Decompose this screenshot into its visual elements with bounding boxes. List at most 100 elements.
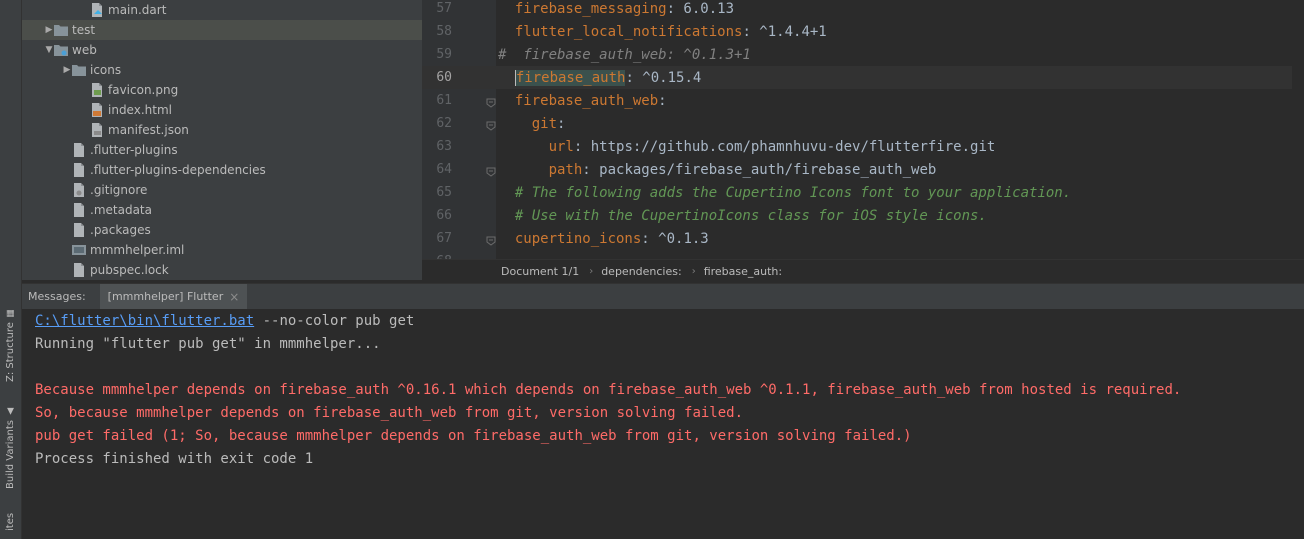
chevron-right-icon: › (589, 265, 594, 277)
module-file-icon (72, 243, 86, 257)
breadcrumb-item[interactable]: Document 1/1 (501, 265, 585, 278)
html-file-icon (90, 103, 104, 117)
favorites-tab-label: ites (5, 512, 16, 532)
dart-file-icon (90, 3, 104, 17)
breadcrumb: Document 1/1 › dependencies: › firebase_auth… (422, 259, 1304, 282)
code-line[interactable]: 66 # Use with the CupertinoIcons class f… (422, 204, 1304, 227)
folder-icon (54, 23, 68, 37)
android-icon: ▲ (5, 406, 16, 417)
console-line: Process finished with exit code 1 (35, 450, 314, 467)
tree-item-label: index.html (108, 103, 172, 117)
code-line[interactable]: 64 path: packages/firebase_auth/firebase… (422, 158, 1304, 181)
tree-item-label: .flutter-plugins-dependencies (90, 163, 266, 177)
breadcrumb-item[interactable]: dependencies: (601, 265, 688, 278)
line-number: 60 (436, 70, 452, 85)
tree-item[interactable]: .flutter-plugins-dependencies (22, 160, 422, 180)
code-line[interactable]: 68 (422, 250, 1304, 259)
left-tool-strip: Z: Structure ▦ Build Variants ▲ ites (0, 0, 22, 539)
code-line[interactable]: 58 flutter_local_notifications: ^1.4.4+1 (422, 20, 1304, 43)
code-line[interactable]: 65 # The following adds the Cupertino Ic… (422, 181, 1304, 204)
line-number: 59 (436, 47, 452, 62)
breadcrumb-item[interactable]: firebase_auth: (704, 265, 788, 278)
fold-marker-icon[interactable] (486, 96, 496, 108)
tree-item-label: main.dart (108, 3, 167, 17)
build-variants-tab-label: Build Variants (5, 420, 16, 489)
tree-item[interactable]: pubspec.lock (22, 260, 422, 280)
text-file-icon (72, 143, 86, 157)
code-text: flutter_local_notifications: ^1.4.4+1 (514, 23, 827, 40)
tree-item[interactable]: ▼ web (22, 40, 422, 60)
json-file-icon (90, 123, 104, 137)
expand-arrow-icon[interactable]: ▶ (44, 25, 54, 35)
tree-item-label: .metadata (90, 203, 152, 217)
code-line[interactable]: 67 cupertino_icons: ^0.1.3 (422, 227, 1304, 250)
code-text: git: (531, 115, 566, 132)
tree-item-label: favicon.png (108, 83, 179, 97)
messages-tool-header: Messages: [mmmhelper] Flutter × (22, 283, 1304, 310)
folder-icon (72, 63, 86, 77)
tree-item[interactable]: main.dart (22, 0, 422, 20)
fold-marker-icon[interactable] (486, 165, 496, 177)
tree-item[interactable]: mmmhelper.iml (22, 240, 422, 260)
console-line: pub get failed (1; So, because mmmhelper… (35, 427, 912, 444)
tree-item[interactable]: manifest.json (22, 120, 422, 140)
text-file-icon (72, 163, 86, 177)
code-line[interactable]: 62 git: (422, 112, 1304, 135)
tree-item[interactable]: .metadata (22, 200, 422, 220)
code-text: firebase_messaging: 6.0.13 (514, 0, 735, 17)
code-editor[interactable]: 57 firebase_messaging: 6.0.13 58 flutter_… (422, 0, 1304, 259)
tree-item[interactable]: ▶ test (22, 20, 422, 40)
code-text: path: packages/firebase_auth/firebase_au… (548, 161, 937, 178)
line-number: 63 (436, 139, 452, 154)
code-text: firebase_auth: ^0.15.4 (514, 69, 702, 86)
text-file-icon (72, 203, 86, 217)
gitignore-file-icon (72, 183, 86, 197)
chevron-right-icon: › (691, 265, 696, 277)
build-variants-tab[interactable]: Build Variants ▲ (0, 400, 21, 495)
tree-item[interactable]: .flutter-plugins (22, 140, 422, 160)
line-number: 61 (436, 93, 452, 108)
code-text: # Use with the CupertinoIcons class for … (498, 207, 987, 224)
tree-item[interactable]: .packages (22, 220, 422, 240)
tree-item[interactable]: .gitignore (22, 180, 422, 200)
tab-flutter-messages[interactable]: [mmmhelper] Flutter × (99, 284, 248, 309)
code-line[interactable]: 63 url: https://github.com/phamnhuvu-dev… (422, 135, 1304, 158)
editor-scrollbar[interactable] (1292, 0, 1304, 259)
tree-item-label: pubspec.lock (90, 263, 169, 277)
tree-item-label: icons (90, 63, 122, 77)
tree-item-label: mmmhelper.iml (90, 243, 185, 257)
line-number: 57 (436, 1, 452, 16)
line-number: 65 (436, 185, 452, 200)
code-line[interactable]: 57 firebase_messaging: 6.0.13 (422, 0, 1304, 20)
project-tree-panel: main.dart ▶ test ▼ web ▶ icons favicon.png index… (22, 0, 422, 280)
console-line: C:\flutter\bin\flutter.bat --no-color pu… (35, 312, 415, 329)
code-line[interactable]: 60 firebase_auth: ^0.15.4 (422, 66, 1304, 89)
collapse-arrow-icon[interactable]: ▼ (44, 45, 54, 55)
tab-label: [mmmhelper] Flutter (107, 290, 224, 303)
structure-tab[interactable]: Z: Structure ▦ (0, 305, 21, 385)
tree-item-label: .packages (90, 223, 151, 237)
console-line: Because mmmhelper depends on firebase_au… (35, 381, 1182, 398)
tree-item-label: .flutter-plugins (90, 143, 178, 157)
tool-window-title: Messages: (28, 290, 86, 303)
tree-item[interactable]: index.html (22, 100, 422, 120)
fold-marker-icon[interactable] (486, 234, 496, 246)
structure-icon: ▦ (5, 308, 16, 319)
tree-item[interactable]: ▶ icons (22, 60, 422, 80)
code-line[interactable]: 61 firebase_auth_web: (422, 89, 1304, 112)
tree-item-label: web (72, 43, 97, 57)
console-output[interactable]: C:\flutter\bin\flutter.bat --no-color pu… (22, 309, 1304, 539)
close-icon[interactable]: × (229, 290, 239, 304)
code-text: cupertino_icons: ^0.1.3 (514, 230, 709, 247)
web-folder-icon (54, 43, 68, 57)
tree-item[interactable]: favicon.png (22, 80, 422, 100)
image-file-icon (90, 83, 104, 97)
favorites-tab[interactable]: ites (0, 505, 21, 539)
code-line[interactable]: 59 # firebase_auth_web: ^0.1.3+1 (422, 43, 1304, 66)
command-path-link[interactable]: C:\flutter\bin\flutter.bat (35, 313, 254, 329)
code-text: # firebase_auth_web: ^0.1.3+1 (498, 46, 751, 63)
fold-marker-icon[interactable] (486, 119, 496, 131)
line-number: 66 (436, 208, 452, 223)
expand-arrow-icon[interactable]: ▶ (62, 65, 72, 75)
code-text: url: https://github.com/phamnhuvu-dev/fl… (548, 138, 996, 155)
